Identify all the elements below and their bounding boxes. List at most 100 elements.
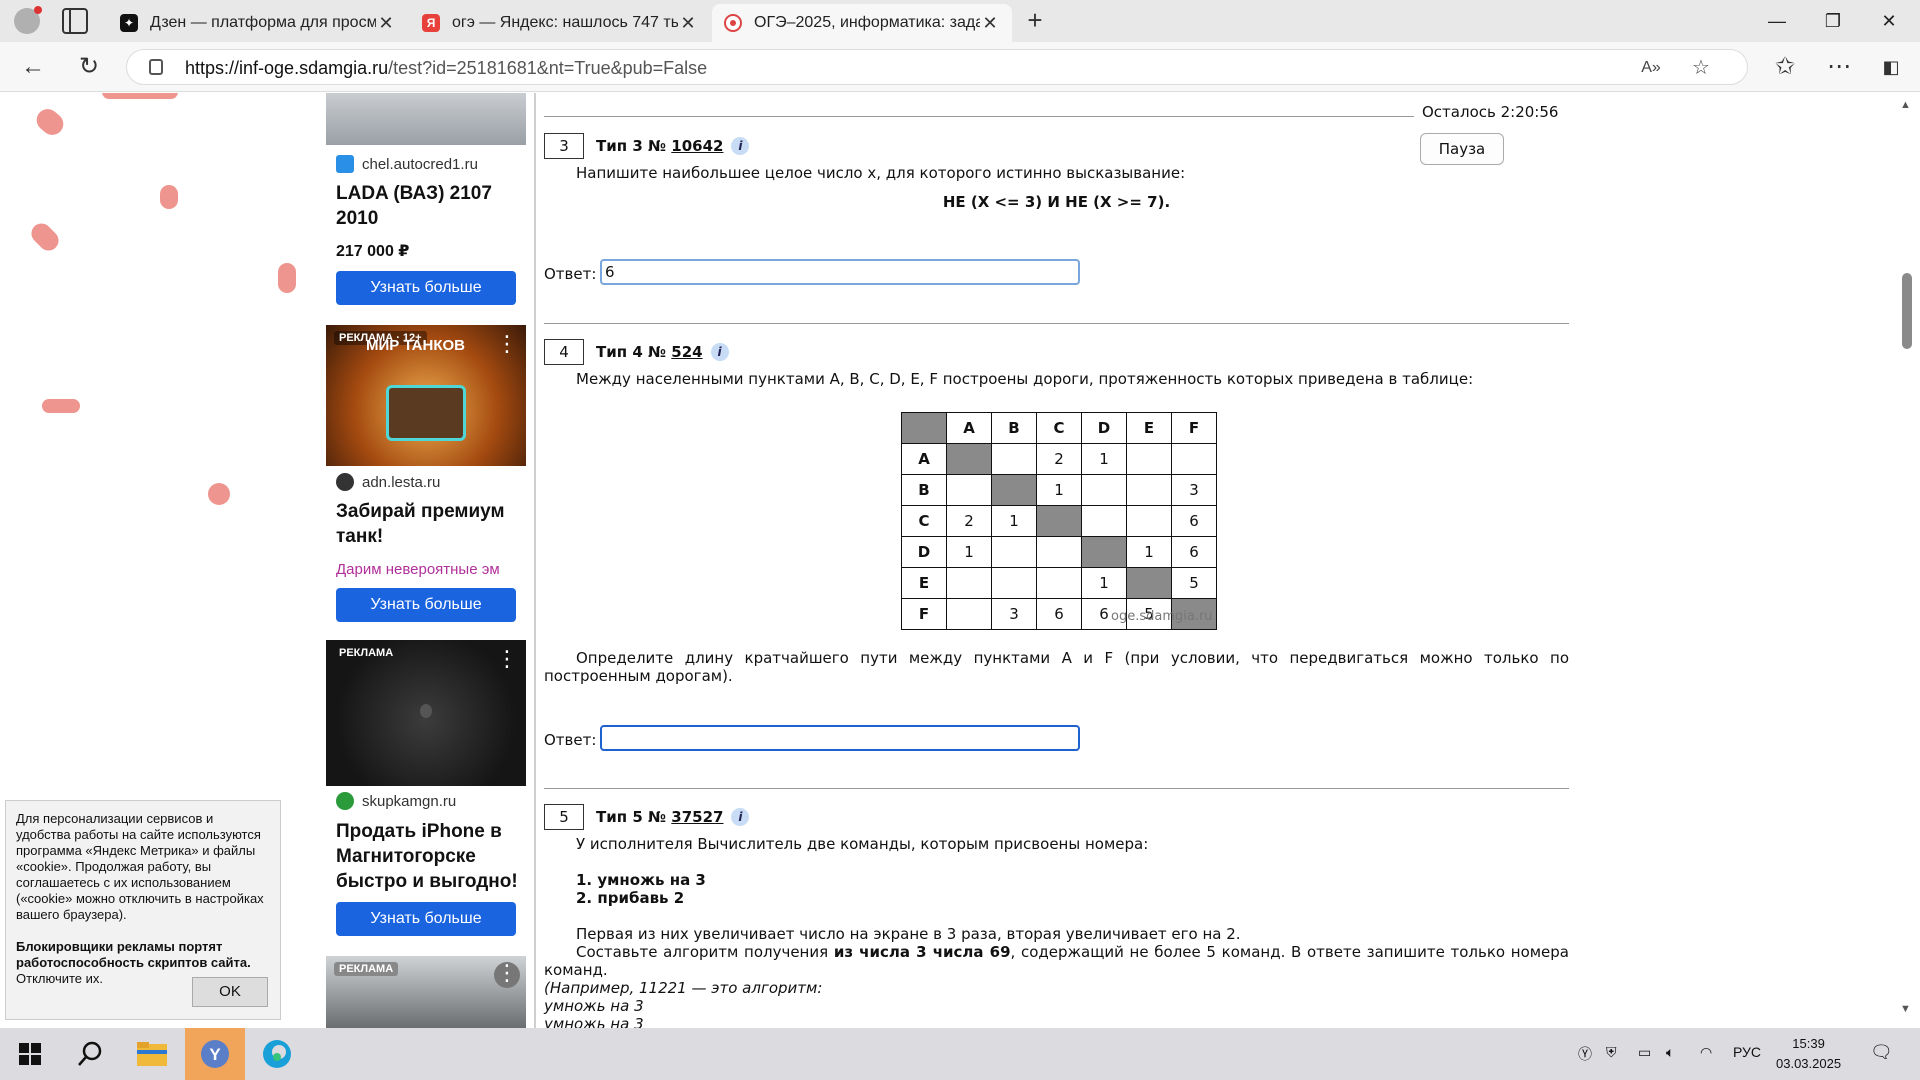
answer-input-q4[interactable] bbox=[600, 725, 1080, 751]
annotation-stroke bbox=[42, 399, 80, 413]
question-header: Тип 3 № 10642 i bbox=[596, 137, 750, 155]
tab-dzen[interactable]: ✦ Дзен — платформа для просмот ✕ bbox=[108, 4, 408, 42]
table-cell: 6 bbox=[1171, 536, 1217, 568]
question-number: 4 bbox=[544, 339, 584, 365]
ad-more-button[interactable]: Узнать больше bbox=[336, 902, 516, 936]
ad-menu-icon[interactable]: ⋮ bbox=[496, 648, 518, 670]
url-field[interactable]: https://inf-oge.sdamgia.ru/test?id=25181… bbox=[126, 49, 1748, 85]
question-link[interactable]: 10642 bbox=[671, 137, 723, 155]
ad-headline[interactable]: Забирай премиум танк! bbox=[336, 499, 526, 549]
ad-domain[interactable]: skupkamgn.ru bbox=[336, 792, 456, 810]
scroll-down-icon[interactable]: ▼ bbox=[1900, 1003, 1911, 1015]
ad-car-image[interactable] bbox=[326, 93, 526, 145]
table-cell: 6 bbox=[1171, 505, 1217, 537]
question-link[interactable]: 524 bbox=[671, 343, 702, 361]
ad-domain[interactable]: chel.autocred1.ru bbox=[336, 155, 478, 173]
tab-actions-icon[interactable] bbox=[62, 8, 88, 34]
network-icon[interactable]: ◠ bbox=[1700, 1044, 1712, 1061]
table-cell bbox=[1126, 567, 1172, 599]
read-aloud-icon[interactable]: A» bbox=[1637, 54, 1665, 82]
ad-more-button[interactable]: Узнать больше bbox=[336, 588, 516, 622]
language-indicator[interactable]: РУС bbox=[1733, 1044, 1761, 1060]
table-cell bbox=[991, 474, 1037, 506]
table-cell: 1 bbox=[1126, 536, 1172, 568]
restore-button[interactable]: ❐ bbox=[1808, 6, 1858, 36]
profile-icon[interactable] bbox=[14, 6, 42, 34]
windows-start-icon[interactable] bbox=[0, 1028, 60, 1080]
cookie-ok-button[interactable]: OK bbox=[192, 977, 268, 1007]
yandex-tray-icon[interactable]: Ⓨ bbox=[1578, 1044, 1592, 1064]
table-row-header: E bbox=[901, 567, 947, 599]
ad-iphone-image[interactable]: РЕКЛАМА ⋮ bbox=[326, 640, 526, 786]
scroll-up-icon[interactable]: ▲ bbox=[1900, 99, 1911, 111]
watermark: oge.sdamgia.ru bbox=[1111, 609, 1213, 624]
close-icon[interactable]: ✕ bbox=[980, 13, 1000, 34]
window-close-button[interactable]: ✕ bbox=[1864, 6, 1914, 36]
table-cell bbox=[1126, 505, 1172, 537]
question-text: Первая из них увеличивает число на экран… bbox=[576, 925, 1241, 943]
info-icon[interactable]: i bbox=[731, 137, 750, 155]
table-cell bbox=[946, 567, 992, 599]
ad-domain[interactable]: adn.lesta.ru bbox=[336, 473, 440, 491]
autocred-icon bbox=[336, 155, 354, 173]
table-header-cell: F bbox=[1171, 412, 1217, 444]
scroll-thumb[interactable] bbox=[1902, 273, 1912, 349]
question-link[interactable]: 37527 bbox=[671, 808, 723, 826]
new-tab-button[interactable]: + bbox=[1020, 6, 1050, 36]
pause-button[interactable]: Пауза bbox=[1420, 133, 1504, 165]
lock-icon[interactable] bbox=[149, 59, 163, 75]
timer-divider bbox=[544, 116, 1414, 117]
tab-yandex[interactable]: Я огэ — Яндекс: нашлось 747 тыс. ✕ bbox=[410, 4, 710, 42]
favorites-icon[interactable]: ✩ bbox=[1770, 52, 1800, 82]
table-row: E 1 5 bbox=[901, 567, 1217, 599]
table-cell: 6 bbox=[1036, 598, 1082, 630]
close-icon[interactable]: ✕ bbox=[678, 13, 698, 34]
more-menu-icon[interactable]: ⋯ bbox=[1824, 52, 1854, 82]
info-icon[interactable]: i bbox=[710, 343, 729, 361]
battery-icon[interactable]: ▭ bbox=[1638, 1044, 1651, 1061]
timer-text: Осталось 2:20:56 bbox=[1422, 103, 1559, 121]
tab-oge[interactable]: ОГЭ–2025, информатика: задани ✕ bbox=[712, 4, 1012, 42]
example-text: (Например, 11221 — это алгоритм: bbox=[544, 979, 823, 997]
ad-headline[interactable]: Продать iPhone в Магнитогорске быстро и … bbox=[336, 819, 526, 894]
sidebar-icon[interactable]: ◧ bbox=[1876, 52, 1906, 82]
ad-tank-image[interactable]: РЕКЛАМА · 12+ ⋮ МИР ТАНКОВ bbox=[326, 325, 526, 466]
ad-menu-icon[interactable]: ⋮ bbox=[494, 962, 520, 988]
info-icon[interactable]: i bbox=[731, 808, 750, 826]
volume-icon[interactable]: 🔈︎ bbox=[1666, 1044, 1674, 1061]
back-icon[interactable]: ← bbox=[18, 52, 48, 82]
ad-vehicle-image[interactable]: РЕКЛАМА ⋮ bbox=[326, 956, 526, 1028]
table-cell bbox=[1081, 536, 1127, 568]
table-row-header: A bbox=[901, 443, 947, 475]
yandex-browser-icon[interactable]: Y bbox=[185, 1028, 245, 1080]
ad-more-button[interactable]: Узнать больше bbox=[336, 271, 516, 305]
minimize-button[interactable]: — bbox=[1752, 6, 1802, 36]
table-cell: 2 bbox=[946, 505, 992, 537]
table-cell: 1 bbox=[1081, 443, 1127, 475]
close-icon[interactable]: ✕ bbox=[376, 13, 396, 34]
defender-icon[interactable]: ⛨ bbox=[1606, 1044, 1617, 1061]
cookie-banner: Для персонализации сервисов и удобства р… bbox=[5, 800, 281, 1020]
search-icon[interactable] bbox=[60, 1028, 120, 1080]
dzen-icon: ✦ bbox=[120, 14, 138, 32]
answer-input-q3[interactable]: 6 bbox=[600, 259, 1080, 285]
ad-headline[interactable]: LADA (ВАЗ) 2107 2010 bbox=[336, 181, 526, 231]
favorite-star-icon[interactable]: ☆ bbox=[1687, 54, 1715, 82]
table-header-cell: E bbox=[1126, 412, 1172, 444]
ad-menu-icon[interactable]: ⋮ bbox=[496, 333, 518, 355]
table-row-header: C bbox=[901, 505, 947, 537]
page-scrollbar[interactable]: ▲ ▼ bbox=[1894, 93, 1920, 1028]
table-cell: 1 bbox=[946, 536, 992, 568]
reload-icon[interactable]: ↻ bbox=[74, 52, 104, 82]
table-cell: 1 bbox=[1036, 474, 1082, 506]
url-text[interactable]: https://inf-oge.sdamgia.ru/test?id=25181… bbox=[185, 58, 707, 79]
question-text: У исполнителя Вычислитель две команды, к… bbox=[576, 835, 1149, 853]
table-cell bbox=[1036, 505, 1082, 537]
question-number: 3 bbox=[544, 133, 584, 159]
example-line: умножь на 3 bbox=[544, 1015, 644, 1028]
file-explorer-icon[interactable] bbox=[122, 1028, 182, 1080]
clock[interactable]: 15:39 03.03.2025 bbox=[1776, 1034, 1841, 1074]
notifications-icon[interactable]: 🗨︎ bbox=[1870, 1042, 1893, 1063]
edge-icon[interactable] bbox=[247, 1028, 307, 1080]
question-number: 5 bbox=[544, 804, 584, 830]
